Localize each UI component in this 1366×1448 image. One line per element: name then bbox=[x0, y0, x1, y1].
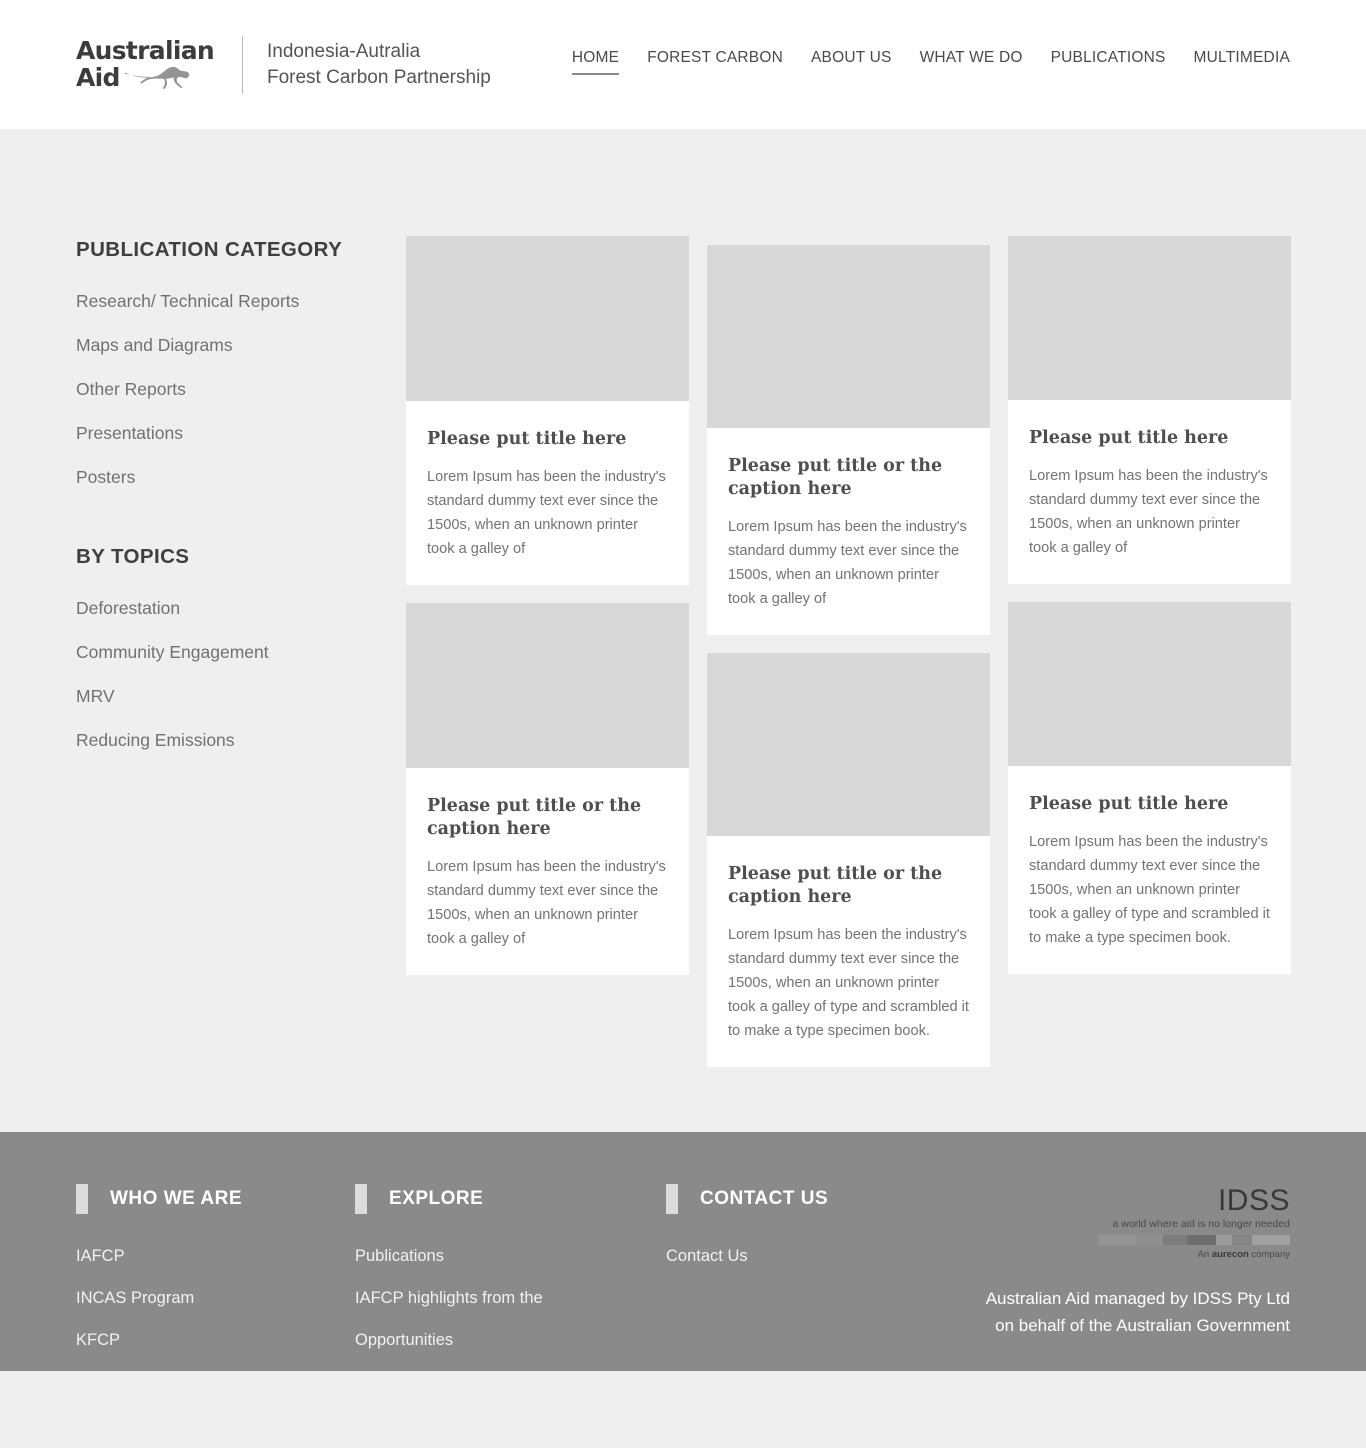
accent-bar-icon bbox=[666, 1184, 678, 1214]
sidebar-item-deforestation[interactable]: Deforestation bbox=[76, 597, 406, 619]
idss-sub-suffix: company bbox=[1248, 1249, 1290, 1260]
brand-title: Indonesia-Autralia Forest Carbon Partner… bbox=[267, 39, 491, 91]
nav-item-multimedia[interactable]: MULTIMEDIA bbox=[1180, 49, 1290, 79]
idss-gradient-bar-icon bbox=[1098, 1235, 1291, 1245]
footer-attribution-line1: Australian Aid managed by IDSS Pty Ltd bbox=[985, 1289, 1290, 1308]
card-title: Please put title here bbox=[1029, 794, 1229, 814]
publication-card[interactable]: Please put title or the caption here Lor… bbox=[707, 653, 990, 1067]
footer-heading-explore: EXPLORE bbox=[355, 1184, 666, 1214]
nav-item-home[interactable]: HOME bbox=[558, 49, 633, 79]
page-content: PUBLICATION CATEGORY Research/ Technical… bbox=[0, 129, 1366, 1085]
footer-column-explore: EXPLORE Publications IAFCP highlights fr… bbox=[355, 1184, 666, 1371]
card-title: Please put title or the caption here bbox=[728, 456, 943, 499]
footer-link-publications[interactable]: Publications bbox=[355, 1245, 666, 1267]
sidebar-filters: PUBLICATION CATEGORY Research/ Technical… bbox=[76, 129, 406, 773]
card-thumbnail bbox=[406, 236, 689, 401]
footer-link-opportunities[interactable]: Opportunities bbox=[355, 1329, 666, 1351]
by-topics-group: BY TOPICS Deforestation Community Engage… bbox=[76, 545, 406, 751]
publication-card[interactable]: Please put title here Lorem Ipsum has be… bbox=[406, 236, 689, 585]
footer-link-incas-program[interactable]: INCAS Program bbox=[76, 1287, 355, 1309]
footer-links-who-we-are: IAFCP INCAS Program KFCP bbox=[76, 1245, 355, 1351]
footer-link-kfcp[interactable]: KFCP bbox=[76, 1329, 355, 1351]
footer-link-iafcp[interactable]: IAFCP bbox=[76, 1245, 355, 1267]
footer-heading-contact-us: CONTACT US bbox=[666, 1184, 931, 1214]
card-title: Please put title here bbox=[427, 429, 627, 449]
idss-sub-prefix: An bbox=[1197, 1249, 1212, 1260]
card-excerpt: Lorem Ipsum has been the industry's stan… bbox=[1029, 468, 1268, 556]
brand[interactable]: Australian Aid Indonesia-Autralia Forest… bbox=[76, 35, 491, 94]
card-title: Please put title or the caption here bbox=[728, 864, 943, 907]
sidebar-item-reducing-emissions[interactable]: Reducing Emissions bbox=[76, 729, 406, 751]
sidebar-item-posters[interactable]: Posters bbox=[76, 466, 406, 488]
card-thumbnail bbox=[1008, 236, 1291, 400]
footer-heading-text: CONTACT US bbox=[700, 1188, 829, 1209]
idss-tagline: a world where aid is no longer needed bbox=[1112, 1218, 1290, 1230]
main-navigation: HOME FOREST CARBON ABOUT US WHAT WE DO P… bbox=[558, 49, 1290, 81]
card-thumbnail bbox=[406, 603, 689, 768]
australian-aid-logo[interactable]: Australian Aid bbox=[76, 36, 215, 92]
footer-branding: IDSS a world where aid is no longer need… bbox=[986, 1184, 1291, 1371]
logo-word-aid: Aid bbox=[76, 63, 120, 92]
brand-title-line1: Indonesia-Autralia bbox=[266, 40, 421, 62]
kangaroo-icon bbox=[124, 66, 189, 89]
sidebar-item-research-technical-reports[interactable]: Research/ Technical Reports bbox=[76, 290, 406, 312]
publication-card[interactable]: Please put title or the caption here Lor… bbox=[707, 245, 990, 635]
card-thumbnail bbox=[707, 245, 990, 428]
card-excerpt: Lorem Ipsum has been the industry's stan… bbox=[427, 469, 666, 557]
accent-bar-icon bbox=[76, 1184, 88, 1214]
card-title: Please put title or the caption here bbox=[427, 796, 642, 839]
footer-links-contact-us: Contact Us bbox=[666, 1245, 931, 1267]
site-header: Australian Aid Indonesia-Autralia Forest… bbox=[0, 0, 1366, 129]
brand-title-line2: Forest Carbon Partnership bbox=[266, 66, 491, 88]
sidebar-item-maps-and-diagrams[interactable]: Maps and Diagrams bbox=[76, 334, 406, 356]
nav-item-about-us[interactable]: ABOUT US bbox=[797, 49, 906, 79]
card-thumbnail bbox=[1008, 602, 1291, 766]
footer-attribution-line2: on behalf of the Australian Government bbox=[995, 1316, 1290, 1335]
card-excerpt: Lorem Ipsum has been the industry's stan… bbox=[427, 859, 666, 947]
logo-word-australian: Australian bbox=[76, 36, 215, 65]
card-title: Please put title here bbox=[1029, 428, 1229, 448]
nav-item-what-we-do[interactable]: WHAT WE DO bbox=[906, 49, 1037, 79]
card-column-right: Please put title here Lorem Ipsum has be… bbox=[1008, 236, 1291, 1085]
idss-logo: IDSS a world where aid is no longer need… bbox=[1098, 1184, 1291, 1261]
footer-heading-text: EXPLORE bbox=[389, 1188, 484, 1209]
card-excerpt: Lorem Ipsum has been the industry's stan… bbox=[1029, 834, 1270, 946]
idss-wordmark: IDSS bbox=[1217, 1184, 1290, 1217]
publication-card[interactable]: Please put title here Lorem Ipsum has be… bbox=[1008, 236, 1291, 584]
footer-links-explore: Publications IAFCP highlights from the O… bbox=[355, 1245, 666, 1351]
footer-heading-text: WHO WE ARE bbox=[110, 1188, 243, 1209]
footer-heading-who-we-are: WHO WE ARE bbox=[76, 1184, 355, 1214]
nav-item-publications[interactable]: PUBLICATIONS bbox=[1037, 49, 1180, 79]
card-excerpt: Lorem Ipsum has been the industry's stan… bbox=[728, 927, 969, 1039]
publication-card[interactable]: Please put title or the caption here Lor… bbox=[406, 603, 689, 975]
card-column-center: Please put title or the caption here Lor… bbox=[707, 236, 990, 1085]
nav-item-forest-carbon[interactable]: FOREST CARBON bbox=[633, 49, 797, 79]
sidebar-item-mrv[interactable]: MRV bbox=[76, 685, 406, 707]
footer-column-who-we-are: WHO WE ARE IAFCP INCAS Program KFCP bbox=[76, 1184, 355, 1371]
site-footer: WHO WE ARE IAFCP INCAS Program KFCP EXPL… bbox=[0, 1132, 1366, 1371]
sidebar-item-other-reports[interactable]: Other Reports bbox=[76, 378, 406, 400]
footer-link-iafcp-highlights[interactable]: IAFCP highlights from the bbox=[355, 1287, 666, 1309]
sidebar-item-presentations[interactable]: Presentations bbox=[76, 422, 406, 444]
footer-link-contact-us[interactable]: Contact Us bbox=[666, 1245, 931, 1267]
publication-category-heading: PUBLICATION CATEGORY bbox=[76, 238, 343, 261]
footer-column-contact-us: CONTACT US Contact Us bbox=[666, 1184, 931, 1371]
accent-bar-icon bbox=[355, 1184, 367, 1214]
card-column-left: Please put title here Lorem Ipsum has be… bbox=[406, 236, 689, 1085]
aurecon-wordmark: aurecon bbox=[1211, 1249, 1249, 1260]
publication-card[interactable]: Please put title here Lorem Ipsum has be… bbox=[1008, 602, 1291, 974]
footer-attribution: Australian Aid managed by IDSS Pty Ltd o… bbox=[986, 1285, 1290, 1339]
publication-card-grid: Please put title here Lorem Ipsum has be… bbox=[406, 129, 1291, 1085]
publication-category-list: Research/ Technical Reports Maps and Dia… bbox=[76, 290, 406, 488]
by-topics-heading: BY TOPICS bbox=[76, 545, 190, 568]
brand-divider bbox=[241, 35, 243, 94]
sidebar-item-community-engagement[interactable]: Community Engagement bbox=[76, 641, 406, 663]
card-excerpt: Lorem Ipsum has been the industry's stan… bbox=[728, 519, 967, 607]
idss-parent-company: An aurecon company bbox=[1098, 1249, 1290, 1261]
card-thumbnail bbox=[707, 653, 990, 836]
by-topics-list: Deforestation Community Engagement MRV R… bbox=[76, 597, 406, 751]
